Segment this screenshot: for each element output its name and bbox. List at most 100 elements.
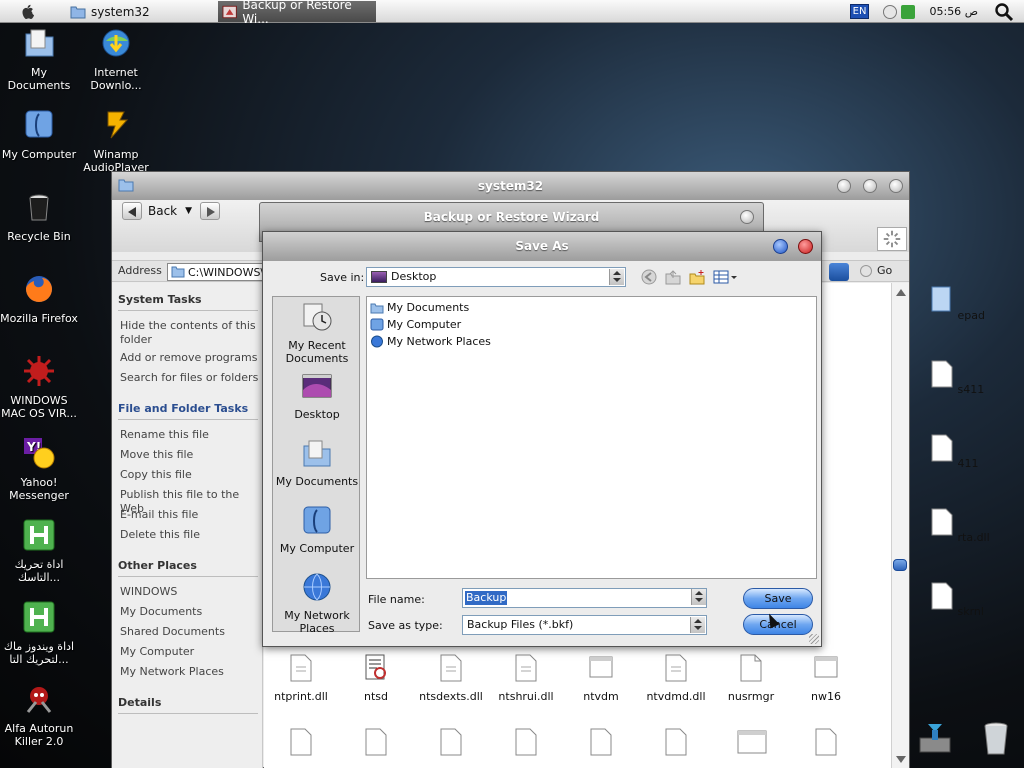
place-my-documents[interactable]: My Documents (120, 605, 260, 619)
apple-logo-icon[interactable] (20, 3, 36, 19)
desktop-icon-my-computer[interactable]: My Computer (0, 108, 79, 161)
list-item-my-computer[interactable]: My Computer (370, 318, 461, 331)
close-button[interactable] (798, 239, 813, 254)
application-icon[interactable] (737, 727, 767, 757)
file-item[interactable]: ntshrui.dll (487, 653, 565, 703)
dll-file-icon[interactable] (364, 727, 388, 757)
task-email-file[interactable]: E-mail this file (120, 508, 260, 522)
resize-grip-icon[interactable] (809, 634, 819, 644)
desktop-icon-internet-download[interactable]: Internet Downlo... (76, 26, 156, 92)
address-dropdown-button[interactable] (829, 263, 849, 281)
place-windows[interactable]: WINDOWS (120, 585, 260, 599)
desktop-icon-windows-mac-os[interactable]: WINDOWS MAC OS VIR... (0, 354, 79, 420)
minimize-button[interactable] (837, 179, 851, 193)
task-search-files[interactable]: Search for files or folders (120, 371, 260, 385)
save-as-type-dropdown[interactable]: Backup Files (*.bkf) (462, 615, 707, 635)
dll-file-icon[interactable] (814, 727, 838, 757)
place-my-computer[interactable]: My Computer (120, 645, 260, 659)
explorer-titlebar[interactable]: system32 (112, 172, 909, 200)
file-item[interactable]: skrnl (930, 581, 990, 618)
list-item-my-documents[interactable]: My Documents (370, 301, 469, 314)
task-rename-file[interactable]: Rename this file (120, 428, 260, 442)
address-input[interactable]: C:\WINDOWS\s (167, 263, 267, 281)
file-item[interactable]: ntsd (337, 653, 415, 703)
dll-file-icon[interactable] (289, 727, 313, 757)
downloads-tray-icon[interactable] (918, 720, 952, 756)
scroll-up-icon[interactable] (896, 289, 906, 296)
desktop-icon-h-tool-2[interactable]: اداة ويندوز ماك لتحريك التا... (0, 600, 79, 666)
chevron-down-icon[interactable]: ▼ (185, 206, 192, 216)
desktop-icon-yahoo-messenger[interactable]: Y! Yahoo! Messenger (0, 436, 79, 502)
save-button[interactable]: Save (743, 588, 813, 609)
back-arrow-icon[interactable] (641, 269, 657, 285)
taskbar-item-system32[interactable]: system32 (66, 1, 206, 22)
task-move-file[interactable]: Move this file (120, 448, 260, 462)
details-heading[interactable]: Details (118, 696, 161, 709)
file-item[interactable]: nw16 (787, 653, 865, 703)
trash-icon[interactable] (979, 720, 1013, 756)
save-in-dropdown[interactable]: Desktop (366, 267, 626, 287)
language-indicator[interactable]: EN (849, 4, 870, 19)
dropdown-arrow-icon[interactable] (690, 617, 705, 633)
network-tray-icon[interactable] (901, 4, 916, 19)
forward-button[interactable] (200, 202, 226, 223)
file-item[interactable]: epad (930, 285, 990, 322)
taskbar-item-backup-wizard[interactable]: Backup or Restore Wi... (218, 0, 376, 26)
go-button[interactable]: Go (860, 264, 892, 277)
file-item[interactable]: ntvdm (562, 653, 640, 703)
file-icon[interactable] (439, 727, 463, 757)
place-my-recent-documents[interactable]: My Recent Documents (273, 301, 361, 365)
list-item-my-network-places[interactable]: My Network Places (370, 335, 491, 348)
new-folder-icon[interactable] (689, 269, 705, 285)
close-button[interactable] (889, 179, 903, 193)
maximize-button[interactable] (863, 179, 877, 193)
dll-file-icon[interactable] (589, 727, 613, 757)
scroll-down-icon[interactable] (896, 756, 906, 763)
task-add-remove-programs[interactable]: Add or remove programs (120, 351, 260, 365)
wizard-close-button[interactable] (740, 210, 754, 224)
file-item[interactable]: rta.dll (930, 507, 990, 544)
desktop-icon-alfa-autorun-killer[interactable]: Alfa Autorun Killer 2.0 (0, 682, 79, 748)
dll-file-icon[interactable] (664, 727, 688, 757)
file-item[interactable]: s411 (930, 359, 990, 396)
smiley-tray-icon[interactable] (883, 4, 898, 19)
file-item[interactable]: 411 (930, 433, 990, 470)
file-item[interactable]: nusrmgr (712, 653, 790, 703)
vertical-scrollbar[interactable] (891, 283, 909, 768)
place-my-documents[interactable]: My Documents (273, 437, 361, 488)
task-delete-file[interactable]: Delete this file (120, 528, 260, 542)
save-as-titlebar[interactable]: Save As (263, 232, 821, 261)
file-item[interactable]: ntprint.dll (262, 653, 340, 703)
file-item[interactable]: ntvdmd.dll (637, 653, 715, 703)
file-name: epad (957, 309, 985, 322)
desktop-icon-winamp[interactable]: Winamp AudioPlayer (76, 108, 156, 174)
file-name-value[interactable]: Backup (465, 591, 508, 605)
place-desktop[interactable]: Desktop (273, 370, 361, 421)
file-name-dropdown[interactable] (689, 588, 707, 608)
task-copy-file[interactable]: Copy this file (120, 468, 260, 482)
dropdown-arrow-icon[interactable] (609, 269, 624, 285)
task-hide-contents[interactable]: Hide the contents of this folder (120, 319, 260, 347)
dll-file-icon[interactable] (514, 727, 538, 757)
scroll-thumb[interactable] (893, 559, 907, 571)
spotlight-search-icon[interactable] (994, 2, 1014, 22)
place-shared-documents[interactable]: Shared Documents (120, 625, 260, 639)
desktop-icon-firefox[interactable]: Mozilla Firefox (0, 272, 79, 325)
place-my-network-places[interactable]: My Network Places (273, 571, 361, 635)
views-menu-icon[interactable] (713, 269, 737, 285)
file-name-field[interactable]: Backup (462, 588, 707, 608)
file-folder-tasks-heading[interactable]: File and Folder Tasks (118, 402, 248, 415)
file-item[interactable]: ntsdexts.dll (412, 653, 490, 703)
place-my-network-places[interactable]: My Network Places (120, 665, 260, 679)
other-places-heading[interactable]: Other Places (118, 559, 197, 572)
help-button[interactable] (773, 239, 788, 254)
desktop-icon-my-documents[interactable]: My Documents (0, 26, 79, 92)
place-my-computer[interactable]: My Computer (273, 504, 361, 555)
back-button[interactable]: Back ▼ (122, 202, 192, 220)
file-list[interactable]: My Documents My Computer My Network Plac… (366, 296, 817, 579)
desktop-icon-h-tool-1[interactable]: اداة تحريك التاسك... (0, 518, 79, 584)
system-tasks-heading[interactable]: System Tasks (118, 293, 202, 306)
desktop-icon-recycle-bin[interactable]: Recycle Bin (0, 190, 79, 243)
dropdown-arrow-icon[interactable] (691, 589, 706, 605)
up-folder-icon[interactable] (665, 269, 681, 285)
